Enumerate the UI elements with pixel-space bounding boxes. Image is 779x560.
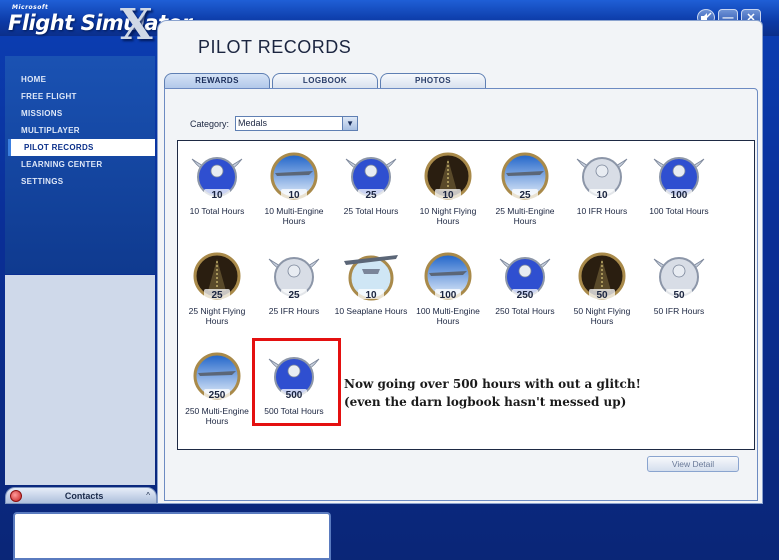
medal-item[interactable]: 50 50 IFR Hours bbox=[640, 247, 718, 316]
contacts-label: Contacts bbox=[64, 490, 104, 501]
medal-name: 25 Multi-Engine Hours bbox=[495, 206, 555, 226]
medal-name: 250 Multi-Engine Hours bbox=[185, 406, 249, 426]
sidebar-item-learning-center[interactable]: LEARNING CENTER bbox=[5, 156, 155, 173]
category-label: Category: bbox=[190, 118, 230, 129]
sidebar-lower-panel bbox=[5, 275, 155, 485]
app-window: Microsoft Flight Simulator X — ✕ HOME FRE… bbox=[0, 0, 779, 560]
sidebar-item-home[interactable]: HOME bbox=[5, 71, 155, 88]
chevron-up-icon[interactable]: ^ bbox=[146, 491, 150, 500]
contacts-bar[interactable]: Contacts ^ bbox=[5, 487, 157, 504]
main-panel: PILOT RECORDS REWARDS LOGBOOK PHOTOS Categ… bbox=[157, 20, 763, 504]
svg-text:250: 250 bbox=[517, 290, 534, 301]
svg-text:50: 50 bbox=[673, 290, 685, 301]
svg-text:50: 50 bbox=[596, 290, 608, 301]
page-title: PILOT RECORDS bbox=[198, 37, 352, 57]
svg-text:10: 10 bbox=[211, 190, 223, 201]
medal-item[interactable]: 10 10 Total Hours bbox=[178, 147, 256, 216]
medal-icon: 10 bbox=[424, 152, 472, 201]
medal-name: 25 Night Flying Hours bbox=[188, 306, 246, 326]
medal-item[interactable]: 25 25 Total Hours bbox=[332, 147, 410, 216]
medal-item[interactable]: 25 25 Multi-Engine Hours bbox=[486, 147, 564, 226]
medal-icon: 250 bbox=[499, 257, 551, 301]
tab-logbook[interactable]: LOGBOOK bbox=[272, 73, 378, 88]
medal-item[interactable]: 10 10 Seaplane Hours bbox=[332, 247, 410, 316]
medal-icon: 10 bbox=[576, 157, 628, 201]
medal-icon: 250 bbox=[193, 352, 241, 401]
sidebar-nav: HOME FREE FLIGHT MISSIONS MULTIPLAYER PILOT … bbox=[5, 56, 155, 190]
medal-item[interactable]: 100 100 Multi-Engine Hours bbox=[409, 247, 487, 326]
annotation-text: Now going over 500 hours with out a glit… bbox=[344, 375, 641, 411]
sidebar: HOME FREE FLIGHT MISSIONS MULTIPLAYER PILOT … bbox=[5, 56, 155, 274]
svg-text:25: 25 bbox=[519, 190, 531, 201]
chat-box[interactable] bbox=[13, 512, 331, 560]
medal-item[interactable]: 10 10 Multi-Engine Hours bbox=[255, 147, 333, 226]
medal-icon: 100 bbox=[653, 157, 705, 201]
contacts-status-icon bbox=[10, 489, 22, 502]
medal-name: 50 IFR Hours bbox=[653, 306, 705, 316]
svg-text:10: 10 bbox=[596, 190, 608, 201]
medal-name: 250 Total Hours bbox=[495, 306, 555, 316]
medal-item[interactable]: 10 10 Night Flying Hours bbox=[409, 147, 487, 226]
medal-item[interactable]: 250 250 Total Hours bbox=[486, 247, 564, 316]
medal-item[interactable]: 250 250 Multi-Engine Hours bbox=[178, 347, 256, 426]
svg-text:25: 25 bbox=[288, 290, 300, 301]
annotation-line-1: Now going over 500 hours with out a glit… bbox=[344, 377, 641, 391]
svg-text:25: 25 bbox=[365, 190, 377, 201]
svg-text:10: 10 bbox=[442, 190, 454, 201]
svg-text:10: 10 bbox=[365, 290, 377, 301]
medal-name: 10 Night Flying Hours bbox=[419, 206, 477, 226]
medal-name: 100 Multi-Engine Hours bbox=[416, 306, 480, 326]
sidebar-item-missions[interactable]: MISSIONS bbox=[5, 105, 155, 122]
medal-icon: 10 bbox=[270, 152, 318, 201]
sidebar-item-settings[interactable]: SETTINGS bbox=[5, 173, 155, 190]
medal-name: 10 Total Hours bbox=[189, 206, 245, 216]
medal-item[interactable]: 25 25 Night Flying Hours bbox=[178, 247, 256, 326]
svg-text:500: 500 bbox=[286, 390, 303, 401]
medal-name: 25 IFR Hours bbox=[268, 306, 320, 316]
tab-bar: REWARDS LOGBOOK PHOTOS bbox=[164, 73, 486, 88]
medal-icon: 10 bbox=[191, 157, 243, 201]
sidebar-item-multiplayer[interactable]: MULTIPLAYER bbox=[5, 122, 155, 139]
brand-x-logo: X bbox=[120, 0, 153, 49]
medal-name: 10 IFR Hours bbox=[576, 206, 628, 216]
category-row: Category: Medals ▼ bbox=[190, 116, 359, 131]
svg-text:250: 250 bbox=[209, 390, 226, 401]
svg-text:10: 10 bbox=[288, 190, 300, 201]
medal-item[interactable]: 100 100 Total Hours bbox=[640, 147, 718, 216]
medal-name: 50 Night Flying Hours bbox=[573, 306, 631, 326]
annotation-line-2: (even the darn logbook hasn't messed up) bbox=[344, 395, 627, 409]
medal-name: 10 Multi-Engine Hours bbox=[264, 206, 324, 226]
medal-item[interactable]: 10 10 IFR Hours bbox=[563, 147, 641, 216]
sidebar-item-pilot-records[interactable]: PILOT RECORDS bbox=[8, 139, 155, 156]
brand-microsoft: Microsoft bbox=[12, 4, 49, 11]
medal-icon: 50 bbox=[653, 257, 705, 301]
medal-icon: 10 bbox=[344, 255, 398, 301]
svg-text:100: 100 bbox=[671, 190, 688, 201]
medal-icon: 25 bbox=[193, 252, 241, 301]
tab-photos[interactable]: PHOTOS bbox=[380, 73, 486, 88]
svg-text:25: 25 bbox=[211, 290, 223, 301]
medal-name: 25 Total Hours bbox=[343, 206, 399, 216]
medal-icon: 25 bbox=[501, 152, 549, 201]
medal-name: 100 Total Hours bbox=[649, 206, 709, 216]
medal-icon: 25 bbox=[268, 257, 320, 301]
category-value: Medals bbox=[238, 118, 268, 128]
view-detail-button[interactable]: View Detail bbox=[647, 456, 739, 472]
medal-item[interactable]: 25 25 IFR Hours bbox=[255, 247, 333, 316]
medal-item[interactable]: 500 500 Total Hours bbox=[255, 347, 333, 416]
medal-icon: 50 bbox=[578, 252, 626, 301]
chevron-down-icon[interactable]: ▼ bbox=[342, 117, 358, 130]
medal-item[interactable]: 50 50 Night Flying Hours bbox=[563, 247, 641, 326]
sidebar-item-free-flight[interactable]: FREE FLIGHT bbox=[5, 88, 155, 105]
medals-list: Now going over 500 hours with out a glit… bbox=[177, 140, 755, 450]
medal-name: 10 Seaplane Hours bbox=[334, 306, 408, 316]
svg-text:100: 100 bbox=[440, 290, 457, 301]
medal-icon: 100 bbox=[424, 252, 472, 301]
tab-rewards[interactable]: REWARDS bbox=[164, 73, 270, 88]
rewards-panel: Category: Medals ▼ Now going over 500 ho… bbox=[164, 88, 758, 501]
medal-icon: 500 bbox=[268, 357, 320, 401]
medal-name: 500 Total Hours bbox=[264, 406, 324, 416]
medal-icon: 25 bbox=[345, 157, 397, 201]
category-select[interactable]: Medals ▼ bbox=[235, 116, 359, 131]
